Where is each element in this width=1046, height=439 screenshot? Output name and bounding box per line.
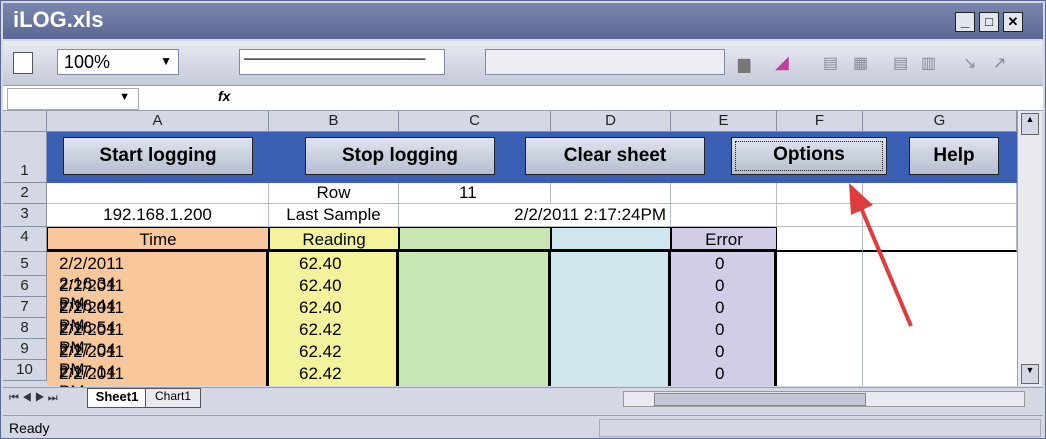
scroll-thumb[interactable]	[654, 393, 866, 406]
row-label-cell[interactable]: Row	[269, 183, 399, 204]
by-column-icon[interactable]: ▥	[921, 53, 936, 73]
row-header[interactable]: 4	[3, 227, 47, 252]
error-cell[interactable]: 0	[715, 298, 724, 318]
row-value-cell[interactable]: 11	[399, 183, 551, 204]
status-bar: Ready	[3, 415, 1043, 438]
reading-header[interactable]: Reading	[269, 227, 399, 252]
column-c-header[interactable]	[399, 227, 551, 252]
cell-a2[interactable]	[47, 183, 269, 204]
print-preview-icon[interactable]	[13, 52, 33, 74]
horizontal-scrollbar[interactable]	[623, 391, 1025, 407]
row-header[interactable]: 3	[3, 204, 47, 227]
formula-bar: ▼ fx	[3, 86, 1043, 111]
row-header[interactable]: 9	[3, 339, 47, 360]
reading-cell[interactable]: 62.42	[299, 364, 342, 384]
reading-cell[interactable]: 62.40	[299, 254, 342, 274]
error-cell[interactable]: 0	[715, 320, 724, 340]
stop-logging-button[interactable]: Stop logging	[305, 137, 495, 175]
maximize-button[interactable]: □	[979, 12, 999, 32]
chevron-down-icon: ▼	[119, 91, 130, 103]
clear-sheet-button[interactable]: Clear sheet	[525, 137, 705, 175]
status-text: Ready	[9, 420, 50, 436]
fx-icon[interactable]: fx	[218, 88, 230, 104]
cell-e3[interactable]	[671, 204, 777, 227]
minimize-button[interactable]: _	[955, 12, 975, 32]
error-cell[interactable]: 0	[715, 254, 724, 274]
line-style-value: ────────────────	[244, 51, 426, 68]
start-logging-button[interactable]: Start logging	[63, 137, 253, 175]
tab-chart1[interactable]: Chart1	[145, 388, 201, 408]
time-header[interactable]: Time	[47, 227, 269, 252]
chart-type-icon[interactable]: ▆	[738, 54, 750, 74]
toolbar: 100% ▼ ──────────────── ▆ ◢ ▤ ▦ ▤ ▥ ↘ ↗	[3, 41, 1043, 86]
last-sample-value-cell[interactable]: 2/2/2011 2:17:24PM	[399, 204, 671, 227]
row-header[interactable]: 8	[3, 318, 47, 339]
cell-d2[interactable]	[551, 183, 671, 204]
line-style-select[interactable]: ────────────────	[239, 49, 445, 75]
options-button[interactable]: Options	[731, 137, 887, 175]
column-header-b[interactable]: B	[269, 111, 399, 132]
last-sample-label-cell[interactable]: Last Sample	[269, 204, 399, 227]
zoom-select[interactable]: 100% ▼	[57, 49, 179, 75]
error-cell[interactable]: 0	[715, 364, 724, 384]
reading-cell[interactable]: 62.40	[299, 298, 342, 318]
column-header-f[interactable]: F	[777, 111, 863, 132]
help-button[interactable]: Help	[909, 137, 999, 175]
column-header-a[interactable]: A	[47, 111, 269, 132]
reading-cell[interactable]: 62.40	[299, 276, 342, 296]
column-d-data	[551, 252, 671, 386]
angle-down-icon[interactable]: ↘	[963, 53, 976, 73]
row-header[interactable]: 10	[3, 360, 47, 381]
chevron-down-icon: ▼	[160, 54, 172, 68]
row-header[interactable]: 1	[3, 132, 47, 183]
select-all-corner[interactable]	[3, 111, 47, 132]
row-header[interactable]: 6	[3, 276, 47, 297]
row-header[interactable]: 2	[3, 183, 47, 204]
ip-address-cell[interactable]: 192.168.1.200	[47, 204, 269, 227]
by-row-icon[interactable]: ▤	[893, 53, 908, 73]
close-button[interactable]: ✕	[1003, 12, 1023, 32]
column-header-e[interactable]: E	[671, 111, 777, 132]
tab-nav-icons[interactable]: ⏮ ◀ ▶ ⏭	[9, 392, 58, 405]
reading-cell[interactable]: 62.42	[299, 342, 342, 362]
data-table-icon[interactable]: ▦	[853, 53, 868, 73]
row-header[interactable]: 5	[3, 252, 47, 276]
window-title: iLOG.xls	[13, 7, 104, 32]
title-bar[interactable]: iLOG.xls _ □ ✕	[3, 3, 1043, 39]
column-header-g[interactable]: G	[863, 111, 1017, 132]
zoom-value: 100%	[64, 52, 111, 72]
vertical-scrollbar[interactable]: ▲ ▼	[1017, 111, 1042, 386]
column-header-d[interactable]: D	[551, 111, 671, 132]
reading-cell[interactable]: 62.42	[299, 320, 342, 340]
column-c-data	[399, 252, 551, 386]
legend-icon[interactable]: ▤	[823, 53, 838, 73]
error-header[interactable]: Error	[671, 227, 777, 252]
error-cell[interactable]: 0	[715, 342, 724, 362]
scroll-down-icon[interactable]: ▼	[1021, 364, 1039, 384]
tab-sheet1[interactable]: Sheet1	[87, 388, 147, 408]
excel-window: iLOG.xls _ □ ✕ 100% ▼ ──────────────── ▆…	[0, 0, 1046, 439]
annotation-arrow	[849, 183, 913, 327]
font-select[interactable]	[485, 49, 725, 75]
scroll-up-icon[interactable]: ▲	[1021, 113, 1039, 135]
cell-e2[interactable]	[671, 183, 777, 204]
row-header[interactable]: 7	[3, 297, 47, 318]
name-box[interactable]: ▼	[7, 88, 139, 110]
error-cell[interactable]: 0	[715, 276, 724, 296]
sheet-tab-bar: ⏮ ◀ ▶ ⏭ Sheet1 Chart1	[3, 387, 1043, 416]
status-panels	[599, 419, 1041, 437]
column-header-c[interactable]: C	[399, 111, 551, 132]
column-d-header[interactable]	[551, 227, 671, 252]
fill-color-icon[interactable]: ◢	[775, 52, 789, 73]
angle-up-icon[interactable]: ↗	[993, 53, 1006, 73]
